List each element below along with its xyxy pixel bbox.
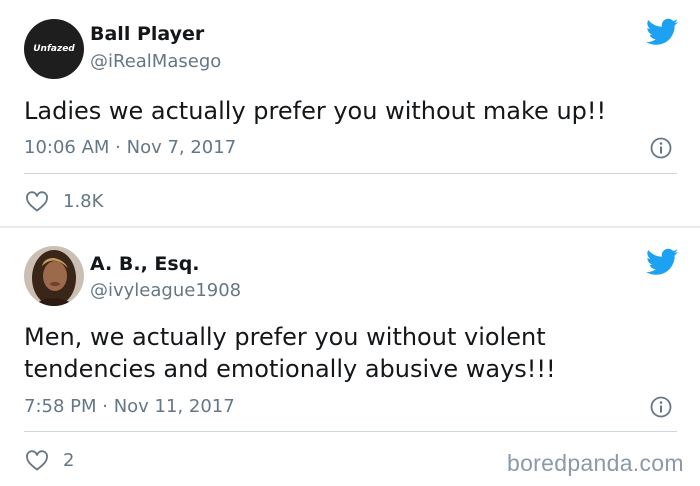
tweet-card: Unfazed Ball Player @iRealMasego Ladies …: [0, 0, 700, 226]
twitter-bird-icon[interactable]: [646, 18, 678, 46]
user-handle[interactable]: @ivyleague1908: [90, 280, 241, 301]
tweet-card: A. B., Esq. @ivyleague1908 Men, we actua…: [0, 228, 700, 486]
info-icon[interactable]: [650, 396, 672, 418]
tweet-text: Men, we actually prefer you without viol…: [24, 323, 556, 383]
watermark: boredpanda.com: [507, 450, 684, 476]
avatar-logo-text: Unfazed: [33, 44, 75, 54]
display-name[interactable]: Ball Player: [90, 23, 204, 45]
divider: [24, 173, 677, 174]
twitter-bird-icon[interactable]: [646, 248, 678, 276]
heart-icon[interactable]: [25, 449, 49, 471]
like-count[interactable]: 1.8K: [63, 191, 103, 212]
heart-icon[interactable]: [25, 190, 49, 212]
avatar[interactable]: [24, 246, 84, 306]
profile-photo: [24, 246, 84, 306]
tweet-text: Ladies we actually prefer you without ma…: [24, 97, 607, 125]
info-icon[interactable]: [650, 137, 672, 159]
display-name[interactable]: A. B., Esq.: [90, 253, 200, 275]
divider: [24, 431, 677, 432]
tweet-timestamp[interactable]: 7:58 PM · Nov 11, 2017: [24, 396, 235, 417]
user-handle[interactable]: @iRealMasego: [90, 51, 221, 72]
avatar[interactable]: Unfazed: [24, 19, 84, 79]
like-count[interactable]: 2: [63, 450, 74, 471]
tweet-timestamp[interactable]: 10:06 AM · Nov 7, 2017: [24, 137, 236, 158]
